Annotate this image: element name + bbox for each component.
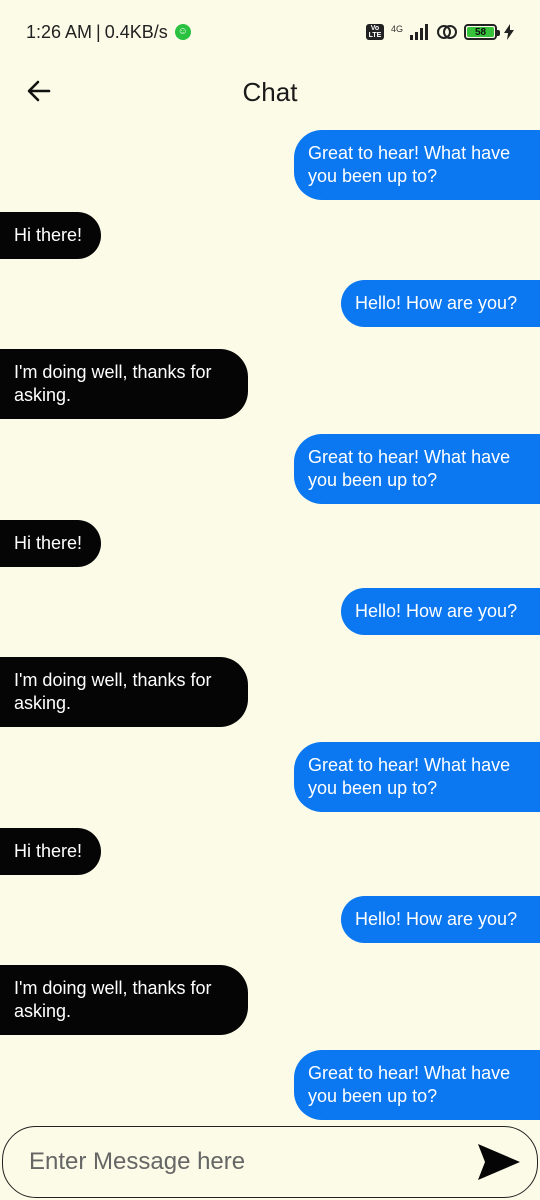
message-bubble-received: I'm doing well, thanks for asking. (0, 965, 248, 1035)
send-icon (478, 1144, 520, 1180)
network-type: 4G (390, 24, 403, 34)
battery-level: 58 (467, 27, 494, 38)
message-bubble-sent: Hello! How are you? (341, 280, 540, 327)
message-input-bar (2, 1126, 538, 1198)
signal-icon (410, 24, 428, 40)
battery-nub (497, 30, 500, 36)
status-right: Vo LTE 4G 58 (365, 23, 514, 41)
arrow-left-icon (27, 80, 51, 102)
status-left: 1:26 AM | 0.4KB/s ☺ (26, 22, 191, 43)
message-bubble-sent: Great to hear! What have you been up to? (294, 130, 540, 200)
message-bubble-sent: Hello! How are you? (341, 896, 540, 943)
battery-icon: 58 (464, 24, 500, 40)
status-separator: | (96, 21, 101, 42)
message-bubble-received: I'm doing well, thanks for asking. (0, 349, 248, 419)
message-bubble-sent: Great to hear! What have you been up to? (294, 742, 540, 812)
send-button[interactable] (475, 1138, 523, 1186)
volte-icon: Vo LTE (365, 24, 384, 40)
message-bubble-sent: Great to hear! What have you been up to? (294, 1050, 540, 1120)
message-bubble-received: Hi there! (0, 520, 101, 567)
message-bubble-sent: Hello! How are you? (341, 588, 540, 635)
back-button[interactable] (22, 74, 56, 108)
status-bar: 1:26 AM | 0.4KB/s ☺ Vo LTE 4G 58 (0, 0, 540, 64)
hotspot-icon (437, 25, 457, 39)
charging-icon (504, 24, 514, 40)
app-bar: Chat (0, 64, 540, 120)
notification-dot-icon: ☺ (174, 24, 191, 40)
message-bubble-received: Hi there! (0, 828, 101, 875)
message-bubble-sent: Great to hear! What have you been up to? (294, 434, 540, 504)
message-bubble-received: Hi there! (0, 212, 101, 259)
status-speed: 0.4KB/s (104, 21, 168, 42)
status-time: 1:26 AM (26, 21, 93, 42)
volte-top-label: Vo (370, 25, 380, 32)
volte-bottom-label: LTE (368, 32, 382, 39)
message-bubble-received: I'm doing well, thanks for asking. (0, 657, 248, 727)
page-title: Chat (242, 76, 298, 107)
chat-screen: 1:26 AM | 0.4KB/s ☺ Vo LTE 4G 58 Chat Gr… (0, 0, 540, 1200)
message-input[interactable] (29, 1148, 475, 1176)
message-list[interactable]: Great to hear! What have you been up to?… (0, 128, 540, 1124)
